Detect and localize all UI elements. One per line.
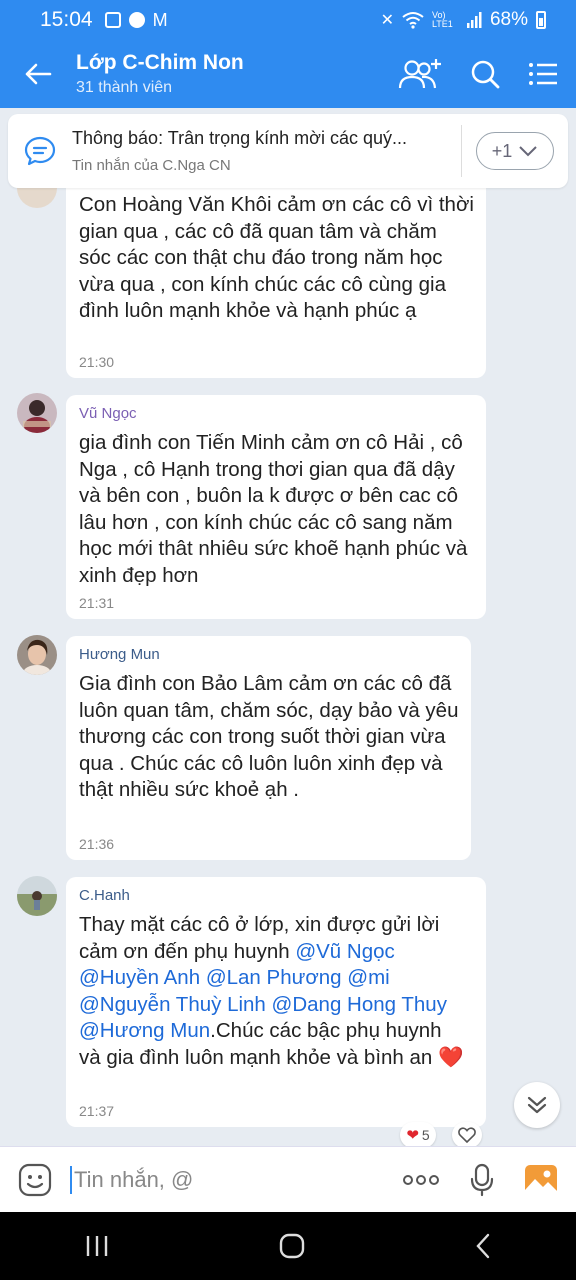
more-options-icon[interactable] [402, 1174, 440, 1186]
mention-link[interactable]: @Vũ Ngọc [295, 940, 394, 963]
search-icon[interactable] [470, 59, 500, 89]
back-button[interactable] [0, 40, 76, 108]
sender-name[interactable]: Vũ Ngọc [79, 405, 474, 422]
heart-outline-icon [458, 1127, 476, 1143]
more-pinned-button[interactable]: +1 [476, 132, 554, 170]
avatar[interactable] [17, 393, 57, 433]
wifi-icon [402, 12, 424, 29]
heart-emoji: ❤️ [438, 1045, 464, 1069]
back-arrow-icon [25, 63, 52, 85]
chat-header: Lớp C-Chim Non 31 thành viên [0, 40, 576, 108]
heart-reaction-icon: ❤ [406, 1127, 419, 1144]
status-time: 15:04 [40, 8, 93, 31]
react-button[interactable] [452, 1122, 482, 1148]
back-nav-icon[interactable] [475, 1233, 491, 1259]
message-text: Thay mặt các cô ở lớp, xin được gửi lời … [79, 912, 474, 1071]
group-name: Lớp C-Chim Non [76, 51, 244, 74]
emoji-button[interactable] [0, 1163, 70, 1197]
message-bubble[interactable]: Con Hoàng Văn Khôi cảm ơn các cô vì thời… [66, 176, 486, 378]
system-nav-bar [0, 1212, 576, 1280]
mention-link[interactable]: @Huyền Anh [79, 966, 200, 989]
microphone-icon[interactable] [470, 1163, 494, 1197]
add-member-icon[interactable] [398, 57, 442, 91]
message-bubble[interactable]: C.Hanh Thay mặt các cô ở lớp, xin được g… [66, 877, 486, 1127]
sender-name[interactable]: C.Hanh [79, 887, 474, 904]
mute-icon: ✕ [380, 12, 394, 29]
double-chevron-down-icon [527, 1096, 547, 1114]
message-composer: Tin nhắn, @ [0, 1146, 576, 1212]
text-caret [70, 1165, 72, 1194]
battery-icon [536, 11, 546, 29]
gmail-notification-icon: M [152, 9, 168, 30]
message-bubble[interactable]: Hương Mun Gia đình con Bảo Lâm cảm ơn cá… [66, 636, 471, 860]
gallery-notification-icon [104, 12, 121, 28]
avatar-c-hanh [17, 876, 57, 916]
message-bubble[interactable]: Vũ Ngọc gia đình con Tiến Minh cảm ơn cô… [66, 395, 486, 619]
avatar[interactable] [17, 876, 57, 916]
scroll-to-bottom-button[interactable] [514, 1082, 560, 1128]
battery-percent: 68% [489, 9, 528, 30]
emoji-icon [18, 1163, 52, 1196]
signal-icon [466, 12, 482, 28]
avatar-vu-ngoc [17, 393, 57, 433]
message-time: 21:31 [79, 595, 115, 611]
message-time: 21:37 [79, 1103, 115, 1119]
chat-bubble-icon [24, 136, 56, 166]
mention-link[interactable]: @Lan Phương [206, 966, 342, 989]
menu-list-icon[interactable] [528, 62, 558, 86]
reaction-count: 5 [421, 1127, 430, 1143]
more-pinned-count: +1 [491, 140, 513, 161]
sender-name[interactable]: Hương Mun [79, 646, 459, 663]
message-input[interactable]: Tin nhắn, @ [70, 1165, 402, 1194]
mention-link[interactable]: @mi [347, 966, 389, 989]
message-time: 21:36 [79, 836, 115, 852]
mention-link[interactable]: @Hương Mun [79, 1019, 210, 1042]
member-count: 31 thành viên [76, 79, 173, 96]
mention-link[interactable]: @Nguyễn Thuỳ Linh [79, 993, 266, 1016]
pinned-sender: Tin nhắn của C.Nga CN [72, 157, 231, 174]
message-time: 21:30 [79, 354, 115, 370]
chevron-down-icon [519, 146, 537, 157]
message-text: gia đình con Tiến Minh cảm ơn cô Hải , c… [79, 431, 468, 587]
message-text: Gia đình con Bảo Lâm cảm ơn các cô đã lu… [79, 672, 459, 801]
group-info[interactable]: Lớp C-Chim Non 31 thành viên [76, 51, 398, 97]
pinned-divider [461, 125, 462, 177]
recent-apps-icon[interactable] [85, 1235, 109, 1257]
status-bar: 15:04 M ✕ Vo) LTE1 68% [0, 0, 576, 40]
network-label: Vo) LTE1 [431, 10, 453, 29]
avatar[interactable] [17, 635, 57, 675]
reaction-badge[interactable]: ❤ 5 [400, 1122, 436, 1148]
avatar-huong-mun [17, 635, 57, 675]
home-icon[interactable] [279, 1233, 305, 1259]
facebook-notification-icon [128, 12, 145, 28]
pinned-message[interactable]: Thông báo: Trân trọng kính mời các quý..… [8, 114, 568, 188]
message-text: Con Hoàng Văn Khôi cảm ơn các cô vì thời… [79, 193, 474, 322]
image-icon[interactable] [524, 1164, 558, 1196]
pinned-title: Thông báo: Trân trọng kính mời các quý..… [72, 128, 407, 148]
mention-link[interactable]: @Dang Hong Thuy [272, 993, 447, 1016]
message-input-placeholder: Tin nhắn, @ [74, 1166, 194, 1192]
